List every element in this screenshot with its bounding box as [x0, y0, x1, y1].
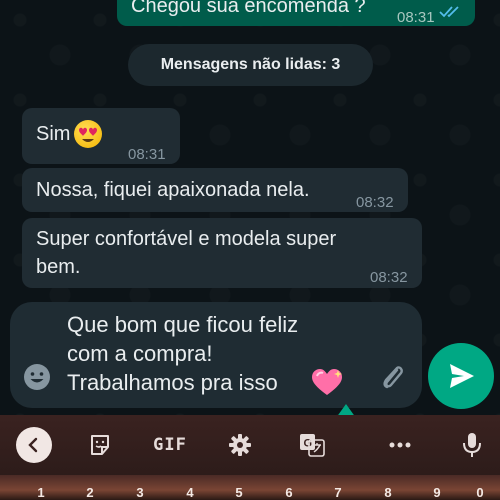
key-0[interactable]: 0	[470, 485, 490, 500]
message-time: 08:31	[128, 146, 166, 163]
key-8[interactable]: 8	[378, 485, 398, 500]
sparkling-heart-emoji-icon	[312, 369, 342, 395]
message-text: Nossa, fiquei apaixonada nela.	[36, 179, 310, 201]
heart-eyes-emoji-icon	[74, 120, 102, 148]
send-icon	[450, 364, 474, 388]
more-horizontal-icon	[389, 442, 411, 448]
key-2[interactable]: 2	[80, 485, 100, 500]
gear-icon	[229, 434, 251, 456]
emoji-icon[interactable]	[22, 362, 52, 392]
keyboard-back-button[interactable]	[14, 415, 54, 475]
chevron-left-icon	[28, 437, 38, 453]
sticker-icon	[91, 435, 109, 455]
outgoing-message[interactable]: Chegou sua encomenda ? 08:31	[117, 0, 475, 26]
microphone-icon	[463, 433, 481, 457]
key-5[interactable]: 5	[229, 485, 249, 500]
chat-area: Chegou sua encomenda ? 08:31 Mensagens n…	[0, 0, 500, 415]
keyboard-toolbar: GIF G	[0, 415, 500, 475]
key-3[interactable]: 3	[130, 485, 150, 500]
message-text: Sim	[36, 123, 71, 145]
sticker-button[interactable]	[80, 415, 120, 475]
translate-icon: G	[300, 434, 325, 457]
message-text: Super confortável e modela super bem.	[36, 228, 337, 278]
key-4[interactable]: 4	[180, 485, 200, 500]
settings-button[interactable]	[220, 415, 260, 475]
message-input[interactable]: Que bom que ficou feliz com a compra! Tr…	[10, 302, 422, 408]
key-9[interactable]: 9	[427, 485, 447, 500]
incoming-message[interactable]: Nossa, fiquei apaixonada nela. 08:32	[22, 168, 408, 212]
unread-messages-banner: Mensagens não lidas: 3	[128, 44, 373, 86]
message-time: 08:32	[356, 194, 394, 211]
key-6[interactable]: 6	[279, 485, 299, 500]
read-ticks-icon	[439, 6, 459, 18]
send-button[interactable]	[428, 343, 494, 409]
voice-input-button[interactable]	[452, 415, 492, 475]
message-text: Chegou sua encomenda ?	[131, 0, 366, 17]
keyboard-number-row: 1 2 3 4 5 6 7 8 9 0	[0, 475, 500, 500]
incoming-message[interactable]: Sim 08:31	[22, 108, 180, 164]
message-time: 08:31	[397, 9, 435, 26]
key-1[interactable]: 1	[31, 485, 51, 500]
message-time: 08:32	[370, 269, 408, 286]
gif-button[interactable]: GIF	[148, 415, 192, 475]
incoming-message[interactable]: Super confortável e modela super bem. 08…	[22, 218, 422, 288]
attach-icon[interactable]	[377, 362, 407, 392]
more-options-button[interactable]	[380, 415, 420, 475]
translate-button[interactable]: G	[290, 415, 334, 475]
key-7[interactable]: 7	[328, 485, 348, 500]
